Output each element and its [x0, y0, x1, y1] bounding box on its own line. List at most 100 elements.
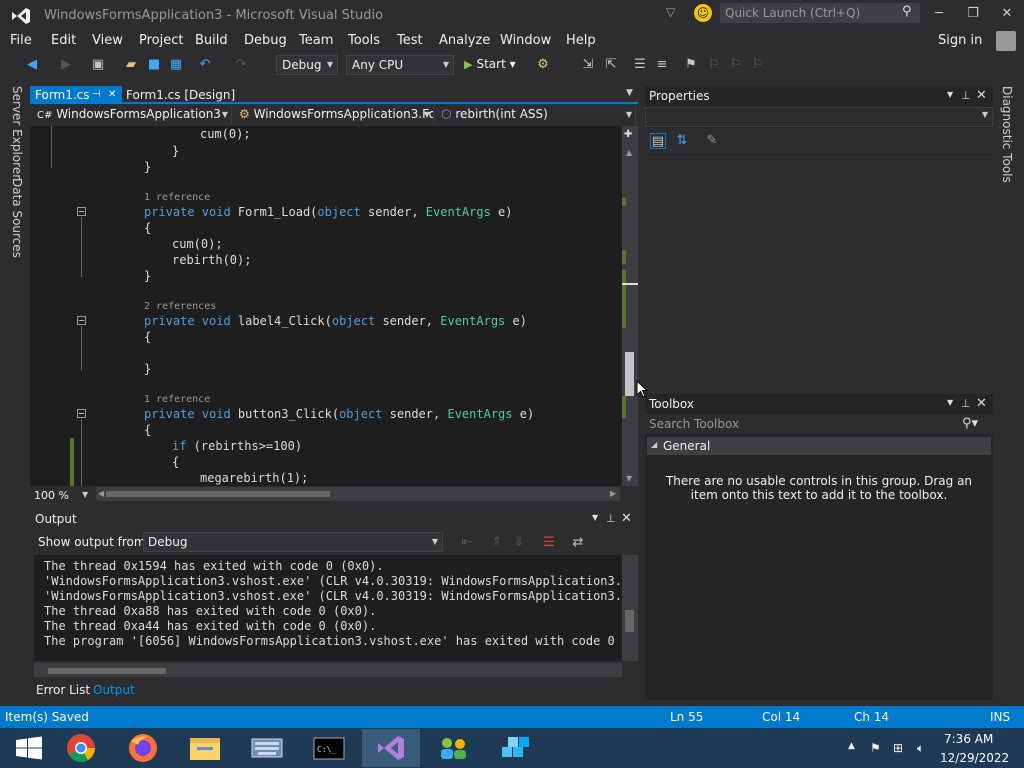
toolbox-search-input[interactable]: Search Toolbox: [645, 414, 993, 434]
code-line[interactable]: cum(0);: [172, 237, 223, 251]
menu-team[interactable]: Team: [299, 33, 333, 48]
menu-window[interactable]: Window: [500, 33, 551, 48]
notification-filter-icon[interactable]: ▽: [666, 5, 675, 19]
menu-build[interactable]: Build: [195, 33, 228, 48]
browser-link-icon[interactable]: ⚙: [535, 57, 551, 73]
step-into-icon[interactable]: ⇲: [580, 57, 596, 73]
feedback-smiley-icon[interactable]: ☺: [694, 4, 712, 22]
next-bookmark-icon[interactable]: ⚐: [728, 57, 744, 73]
previous-bookmark-icon[interactable]: ⚐: [706, 57, 722, 73]
menu-help[interactable]: Help: [566, 33, 596, 48]
scroll-left-arrow-icon[interactable]: ◀: [98, 489, 104, 498]
scroll-right-arrow-icon[interactable]: ▶: [610, 489, 616, 498]
navigate-back-icon[interactable]: ◀: [24, 57, 40, 73]
panel-options-icon[interactable]: ▼: [592, 513, 598, 522]
menu-analyze[interactable]: Analyze: [439, 33, 490, 48]
menu-debug[interactable]: Debug: [244, 33, 287, 48]
solution-configuration-combo[interactable]: Debug ▼: [276, 55, 338, 75]
save-all-icon[interactable]: ▦: [168, 57, 184, 73]
navigate-forward-icon[interactable]: ▶: [58, 57, 74, 73]
sign-in-link[interactable]: Sign in: [938, 33, 982, 48]
pin-icon[interactable]: ⊥: [606, 512, 616, 525]
diagnostic-tools-tab[interactable]: Diagnostic Tools: [1000, 86, 1014, 183]
firefox-icon[interactable]: [114, 729, 172, 767]
code-line[interactable]: {: [172, 455, 179, 469]
minimize-button[interactable]: ─: [928, 4, 950, 24]
code-line[interactable]: private void button3_Click(object sender…: [144, 407, 534, 421]
alphabetical-icon[interactable]: ⇅: [674, 133, 690, 149]
solution-platform-combo[interactable]: Any CPU ▼: [346, 55, 454, 75]
collapse-region-icon[interactable]: [77, 207, 86, 216]
toggle-word-wrap-icon[interactable]: ⇄: [570, 535, 586, 551]
show-hidden-icons-icon[interactable]: ▲: [848, 741, 855, 751]
code-line[interactable]: {: [144, 423, 151, 437]
pin-icon[interactable]: ⊥: [961, 89, 971, 102]
pin-icon[interactable]: ⊣: [92, 86, 101, 104]
network-icon[interactable]: ⊞: [893, 741, 903, 755]
uncomment-lines-icon[interactable]: ≡: [654, 57, 670, 73]
search-icon[interactable]: ⚲▾: [962, 416, 978, 431]
collapse-region-icon[interactable]: [77, 316, 86, 325]
restore-button[interactable]: ❐: [962, 4, 984, 24]
data-sources-tab[interactable]: Data Sources: [10, 178, 24, 258]
code-lens-references[interactable]: 1 reference: [144, 192, 210, 203]
close-panel-icon[interactable]: ✕: [976, 396, 987, 411]
code-editor[interactable]: cum(0); } } 1 reference private void For…: [30, 126, 622, 486]
horizontal-scroll-thumb[interactable]: [106, 491, 330, 497]
output-text-area[interactable]: The thread 0x1594 has exited with code 0…: [34, 555, 622, 661]
split-window-icon[interactable]: ✚: [624, 129, 632, 140]
quick-launch-input[interactable]: Quick Launch (Ctrl+Q): [720, 3, 920, 23]
code-lens-references[interactable]: 1 reference: [144, 394, 210, 405]
scroll-down-arrow-icon[interactable]: ▼: [626, 474, 632, 483]
taskbar-clock-date[interactable]: 12/29/2022: [940, 751, 1009, 765]
close-tab-icon[interactable]: ✕: [108, 86, 116, 104]
taskbar-clock-time[interactable]: 7:36 AM: [944, 732, 993, 746]
collapse-group-icon[interactable]: ◢: [651, 440, 657, 449]
output-scroll-thumb[interactable]: [625, 610, 634, 632]
menu-view[interactable]: View: [92, 33, 123, 48]
tab-form1-design[interactable]: Form1.cs [Design]: [126, 86, 235, 104]
next-message-icon[interactable]: ⇓: [511, 535, 527, 551]
member-nav-combo[interactable]: ⬡ rebirth(int ASS) ▼: [438, 106, 636, 125]
undo-icon[interactable]: ↶: [197, 57, 213, 73]
code-line[interactable]: private void label4_Click(object sender,…: [144, 314, 527, 328]
server-explorer-tab[interactable]: Server Explorer: [10, 86, 24, 179]
code-line[interactable]: }: [144, 362, 151, 376]
clear-all-icon[interactable]: ☰: [541, 535, 557, 551]
editor-scroll-thumb[interactable]: [625, 352, 634, 396]
output-vertical-scrollbar[interactable]: [622, 555, 638, 661]
code-line[interactable]: {: [144, 221, 151, 235]
tab-error-list[interactable]: Error List: [36, 683, 90, 697]
code-line[interactable]: megarebirth(1);: [200, 471, 308, 485]
output-horizontal-scroll-thumb[interactable]: [48, 668, 166, 674]
properties-grid[interactable]: [645, 155, 993, 387]
save-icon[interactable]: ■: [146, 57, 162, 73]
panel-options-icon[interactable]: ▼: [947, 398, 953, 407]
menu-edit[interactable]: Edit: [51, 33, 76, 48]
close-panel-icon[interactable]: ✕: [621, 511, 632, 526]
previous-message-icon[interactable]: ⇑: [489, 535, 505, 551]
menu-file[interactable]: File: [10, 33, 32, 48]
code-line[interactable]: rebirth(0);: [172, 253, 251, 267]
code-lens-references[interactable]: 2 references: [144, 301, 216, 312]
menu-test[interactable]: Test: [397, 33, 423, 48]
network-users-icon[interactable]: [424, 729, 482, 767]
visual-studio-icon[interactable]: [362, 729, 420, 767]
keyboard-app-icon[interactable]: [238, 729, 296, 767]
new-project-icon[interactable]: ▣: [90, 57, 106, 73]
open-file-icon[interactable]: ▰: [123, 57, 139, 73]
zoom-dropdown-icon[interactable]: ▼: [82, 490, 88, 499]
clear-bookmarks-icon[interactable]: ⚐: [750, 57, 766, 73]
file-explorer-icon[interactable]: [176, 729, 234, 767]
start-debugging-button[interactable]: ▶ Start ▾: [464, 57, 516, 71]
menu-project[interactable]: Project: [139, 33, 183, 48]
cubes-app-icon[interactable]: [486, 729, 544, 767]
code-line[interactable]: }: [172, 144, 179, 158]
toolbox-group-general[interactable]: General: [647, 437, 991, 455]
chrome-icon[interactable]: [52, 729, 110, 767]
redo-icon[interactable]: ↷: [233, 57, 249, 73]
panel-options-icon[interactable]: ▼: [947, 90, 953, 99]
action-center-flag-icon[interactable]: ⚑: [870, 741, 881, 755]
scroll-up-arrow-icon[interactable]: ▲: [626, 148, 632, 157]
code-line[interactable]: if (rebirths>=100): [172, 439, 302, 453]
